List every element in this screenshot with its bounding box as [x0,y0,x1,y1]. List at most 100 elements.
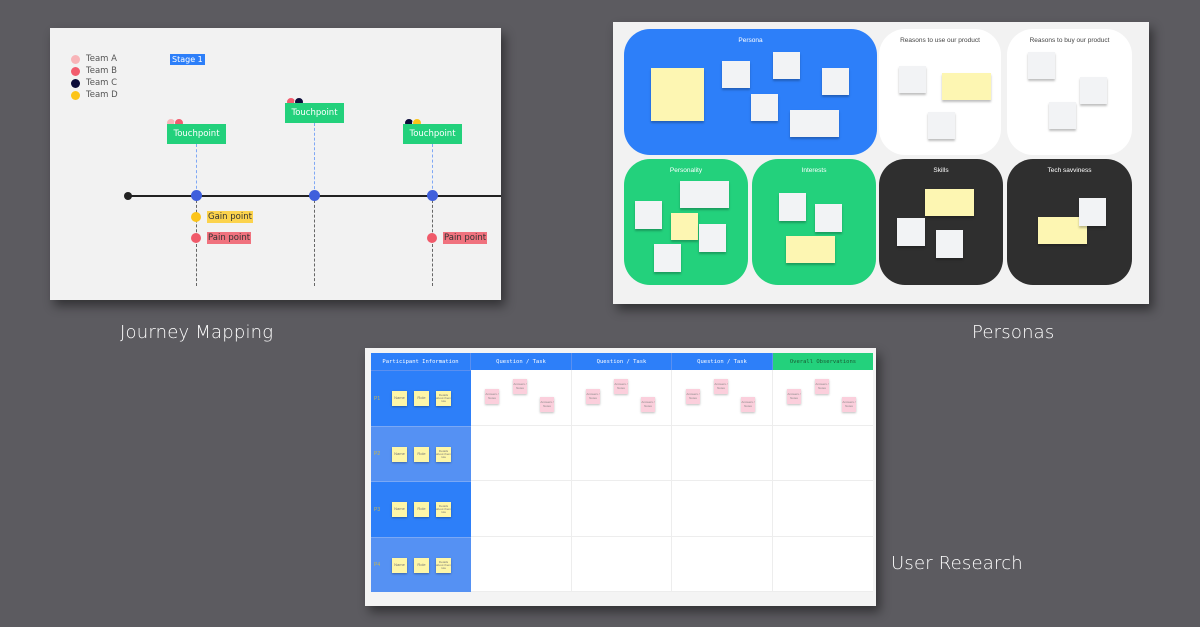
sticky-note[interactable] [651,68,704,121]
column-header: Question / Task [672,353,773,370]
sticky-note[interactable] [1080,77,1107,104]
personas-board: Persona Reasons to use our product Reaso… [613,22,1149,304]
sticky-note[interactable]: Answers / Notes [815,379,829,394]
sticky-note[interactable] [699,224,726,252]
touchpoint-card[interactable]: Touchpoint [167,124,226,144]
sticky-note[interactable] [1028,52,1055,79]
pain-point-label[interactable]: Pain point [207,232,252,244]
sticky-note[interactable] [925,189,974,216]
sticky-note[interactable] [786,236,835,263]
reasons-buy-panel: Reasons to buy our product [1007,29,1132,155]
personality-panel: Personality [624,159,748,285]
answer-cell: Answers / Notes Answers / Notes Answers … [572,370,672,426]
sticky-note[interactable] [654,244,681,272]
answer-cell [672,426,773,481]
sticky-note[interactable]: Name [392,447,407,462]
sticky-note[interactable]: Answers / Notes [513,379,527,394]
gain-point-label[interactable]: Gain point [207,211,253,223]
touchpoint-card[interactable]: Touchpoint [285,103,344,123]
sticky-note[interactable]: Answers / Notes [714,379,728,394]
sticky-note[interactable] [942,73,991,100]
sticky-note[interactable] [680,181,729,208]
sticky-note[interactable] [936,230,963,258]
answer-cell [672,481,773,537]
sticky-note[interactable] [899,66,926,93]
tech-savviness-panel: Tech savviness [1007,159,1132,285]
column-header: Question / Task [471,353,572,370]
connector-line [432,144,433,194]
sticky-note[interactable] [790,110,839,137]
sticky-note[interactable]: Role [414,558,429,573]
sticky-note[interactable]: Answers / Notes [485,389,499,404]
sticky-note[interactable]: Role [414,502,429,517]
legend-label: Team C [86,78,118,88]
sticky-note[interactable]: Answers / Notes [614,379,628,394]
answer-cell [572,537,672,592]
sticky-note[interactable]: Answers / Notes [686,389,700,404]
sticky-note[interactable]: Details about them role [436,558,451,573]
team-d-dot-icon [71,90,80,100]
sticky-note[interactable]: Answers / Notes [842,397,856,412]
answer-cell [672,537,773,592]
timeline-node[interactable] [191,190,202,201]
sticky-note[interactable]: Answers / Notes [641,397,655,412]
legend-item-team-b: Team B [71,66,117,76]
participant-label: P2 [374,451,381,457]
timeline-node[interactable] [427,190,438,201]
participant-cell: P4 Name Role Details about them role [371,537,471,592]
team-c-dot-icon [71,78,80,88]
interests-panel: Interests [752,159,876,285]
participant-label: P4 [374,562,381,568]
sticky-note[interactable] [779,193,806,221]
legend-label: Team D [86,90,118,100]
pain-point-label[interactable]: Pain point [443,232,488,244]
sticky-note[interactable] [773,52,800,79]
personas-caption: Personas [972,322,1055,343]
observation-cell [773,537,873,592]
sticky-note[interactable]: Answers / Notes [540,397,554,412]
sticky-note[interactable]: Details about them role [436,502,451,517]
sticky-note[interactable]: Answers / Notes [787,389,801,404]
panel-title: Persona [738,37,763,44]
team-b-dot-icon [71,66,80,76]
stage-line [314,200,315,286]
sticky-note[interactable] [822,68,849,95]
research-table: Participant Information Question / Task … [371,353,873,592]
sticky-note[interactable] [635,201,662,229]
sticky-note[interactable]: Name [392,391,407,406]
sticky-note[interactable] [815,204,842,232]
sticky-note[interactable] [1049,102,1076,129]
answer-cell [471,426,572,481]
sticky-note[interactable]: Name [392,558,407,573]
sticky-note[interactable]: Role [414,391,429,406]
answer-cell: Answers / Notes Answers / Notes Answers … [672,370,773,426]
sticky-note[interactable]: Details about them role [436,391,451,406]
touchpoint-card[interactable]: Touchpoint [403,124,462,144]
user-research-caption: User Research [891,553,1023,574]
panel-title: Tech savviness [1047,167,1092,174]
sticky-note[interactable]: Name [392,502,407,517]
answer-cell: Answers / Notes Answers / Notes Answers … [471,370,572,426]
sticky-note[interactable] [928,112,955,139]
sticky-note[interactable] [751,94,778,121]
sticky-note[interactable] [671,213,698,240]
stage-label[interactable]: Stage 1 [170,54,205,65]
timeline-node[interactable] [309,190,320,201]
sticky-note[interactable] [897,218,925,246]
sticky-note[interactable]: Details about them role [436,447,451,462]
gain-point-icon [191,212,201,222]
sticky-note[interactable]: Role [414,447,429,462]
sticky-note[interactable] [1079,198,1106,226]
column-header: Question / Task [572,353,672,370]
participant-label: P3 [374,506,381,513]
participant-cell: P2 Name Role Details about them role [371,426,471,481]
pain-point-icon [427,233,437,243]
observation-cell [773,481,873,537]
connector-line [314,123,315,194]
sticky-note[interactable]: Answers / Notes [586,389,600,404]
legend-label: Team A [86,54,117,64]
timeline-start-dot [124,192,132,200]
persona-panel: Persona [624,29,877,155]
sticky-note[interactable] [722,61,750,88]
sticky-note[interactable]: Answers / Notes [741,397,755,412]
